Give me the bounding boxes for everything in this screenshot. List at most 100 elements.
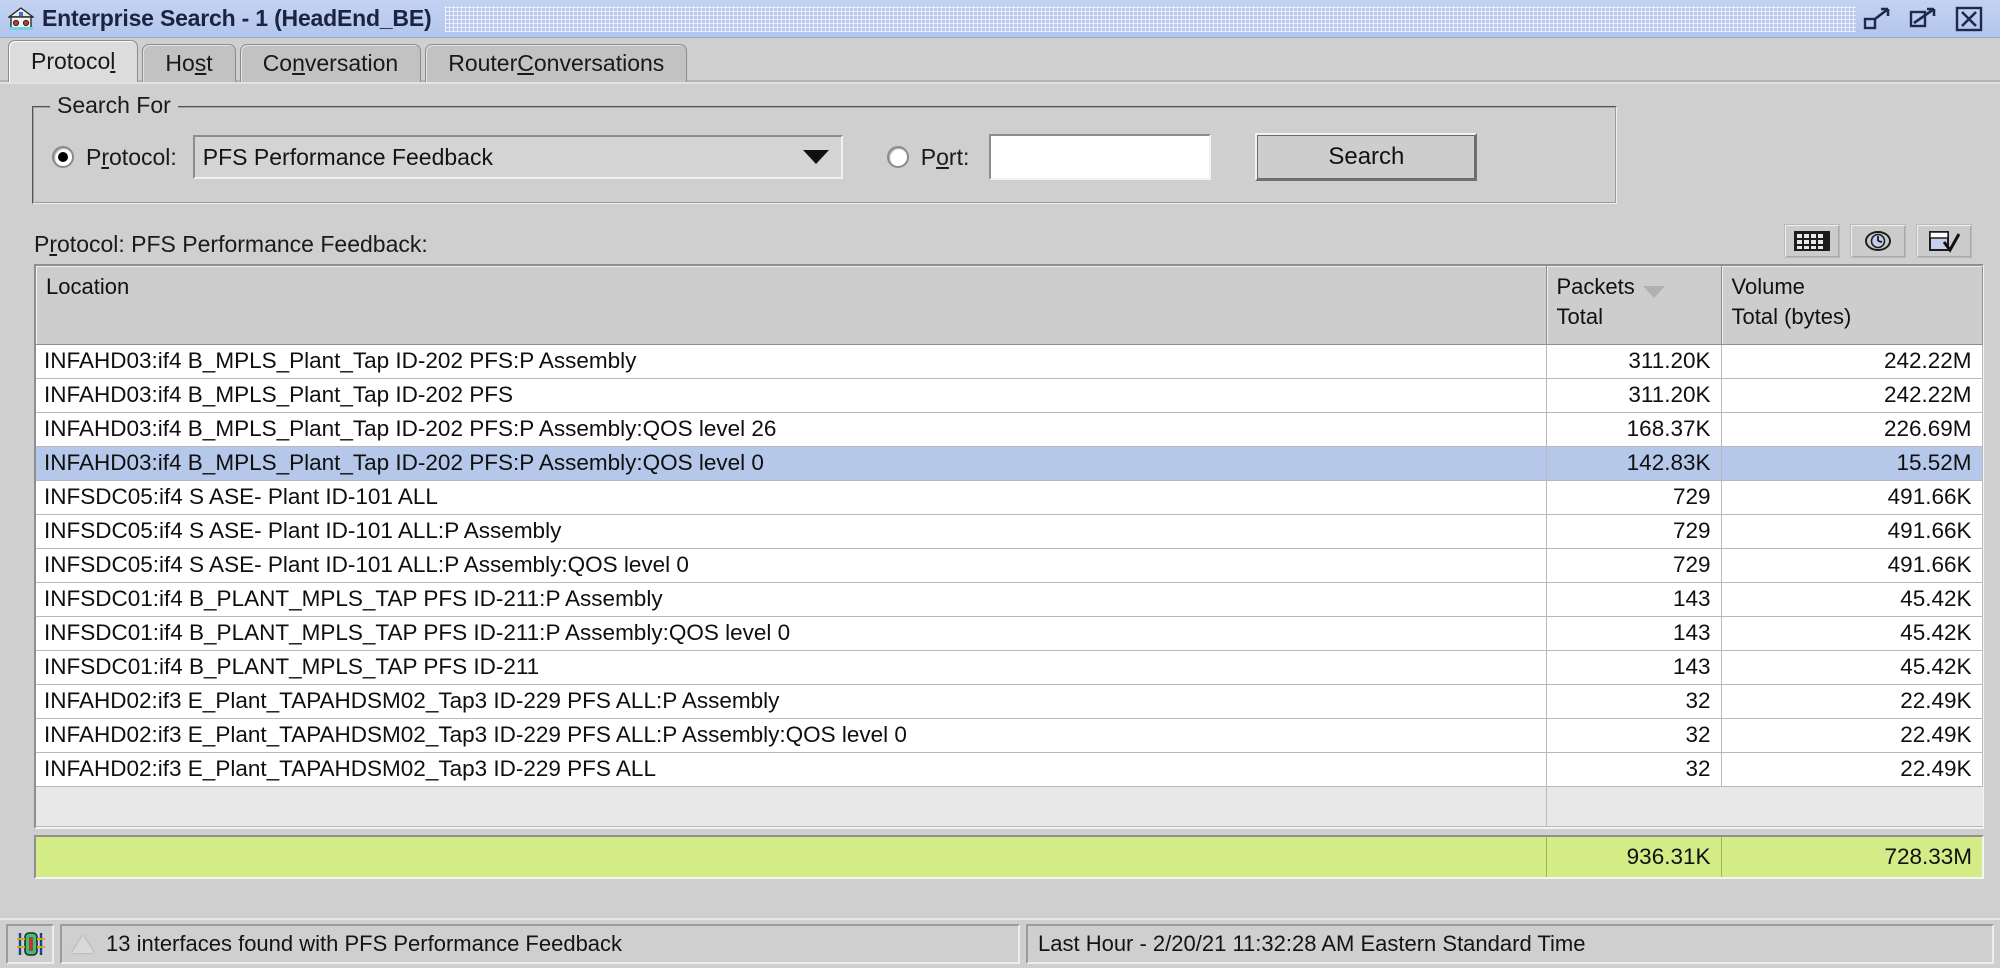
- port-input[interactable]: [989, 134, 1212, 180]
- cell-volume-total: 45.42K: [1721, 650, 1983, 685]
- results-title: Protocol: PFS Performance Feedback:: [34, 231, 428, 257]
- table-row[interactable]: INFAHD03:if4 B_MPLS_Plant_Tap ID-202 PFS…: [36, 412, 1983, 447]
- table-row[interactable]: INFSDC01:if4 B_PLANT_MPLS_TAP PFS ID-211…: [36, 582, 1983, 617]
- tab-protocol-mnemonic: l: [110, 48, 116, 74]
- minimize-icon[interactable]: [1862, 6, 1892, 32]
- tab-host[interactable]: Ho s t: [142, 44, 236, 82]
- maximize-icon[interactable]: [1908, 6, 1938, 32]
- grid-icon[interactable]: [1784, 224, 1840, 258]
- cell-location: INFSDC05:if4 S ASE- Plant ID-101 ALL:P A…: [36, 514, 1547, 549]
- status-timerange-cell: Last Hour - 2/20/21 11:32:28 AM Eastern …: [1026, 924, 1994, 964]
- cell-volume-total: 491.66K: [1721, 548, 1983, 583]
- table-row[interactable]: INFAHD03:if4 B_MPLS_Plant_Tap ID-202 PFS…: [36, 378, 1983, 413]
- filler-cell: [36, 786, 1547, 827]
- cell-location: INFAHD03:if4 B_MPLS_Plant_Tap ID-202 PFS…: [36, 446, 1547, 481]
- cell-packets-total: 143: [1546, 616, 1722, 651]
- tab-conversation[interactable]: Co n versation: [239, 44, 422, 82]
- house-icon: [8, 6, 34, 31]
- cell-location: INFAHD02:if3 E_Plant_TAPAHDSM02_Tap3 ID-…: [36, 718, 1547, 753]
- table-row[interactable]: INFSDC05:if4 S ASE- Plant ID-101 ALL:P A…: [36, 514, 1983, 549]
- cell-volume-total: 242.22M: [1721, 378, 1983, 413]
- results-table-container[interactable]: Location Packets Total Volume Total (byt…: [34, 264, 1984, 829]
- results-table-head: Location Packets Total Volume Total (byt…: [36, 266, 1983, 345]
- cell-packets-total: 729: [1546, 480, 1722, 515]
- table-filler-row: [36, 786, 1983, 827]
- search-controls-row: Protocol: PFS Performance Feedback Port:…: [52, 130, 1597, 184]
- results-header: Protocol: PFS Performance Feedback:: [34, 224, 1980, 258]
- table-row[interactable]: INFAHD02:if3 E_Plant_TAPAHDSM02_Tap3 ID-…: [36, 752, 1983, 787]
- cell-location: INFSDC01:if4 B_PLANT_MPLS_TAP PFS ID-211…: [36, 616, 1547, 651]
- cell-location: INFSDC05:if4 S ASE- Plant ID-101 ALL: [36, 480, 1547, 515]
- status-bar: 13 interfaces found with PFS Performance…: [0, 918, 2000, 968]
- tab-conversation-label: Co: [262, 50, 293, 76]
- table-row[interactable]: INFAHD03:if4 B_MPLS_Plant_Tap ID-202 PFS…: [36, 446, 1983, 481]
- port-radio-label: Port:: [920, 143, 970, 170]
- protocol-radio-group[interactable]: Protocol:: [52, 144, 177, 171]
- table-row[interactable]: INFSDC01:if4 B_PLANT_MPLS_TAP PFS ID-211…: [36, 650, 1983, 685]
- cell-packets-total: 143: [1546, 650, 1722, 685]
- triangle-icon: [72, 935, 94, 953]
- table-row[interactable]: INFAHD03:if4 B_MPLS_Plant_Tap ID-202 PFS…: [36, 344, 1983, 379]
- cell-packets-total: 168.37K: [1546, 412, 1722, 447]
- tab-protocol-label: Protoco: [31, 48, 111, 74]
- column-header-location[interactable]: Location: [36, 266, 1547, 345]
- cell-volume-total: 22.49K: [1721, 752, 1983, 787]
- results-table: Location Packets Total Volume Total (byt…: [36, 266, 1983, 827]
- search-button[interactable]: Search: [1255, 133, 1478, 181]
- titlebar-drag-area[interactable]: [445, 5, 1856, 32]
- status-message-cell: 13 interfaces found with PFS Performance…: [60, 924, 1020, 964]
- totals-packets: 936.31K: [1546, 836, 1722, 877]
- filler-cell: [1546, 786, 1722, 827]
- table-row[interactable]: INFSDC01:if4 B_PLANT_MPLS_TAP PFS ID-211…: [36, 616, 1983, 651]
- totals-row: 936.31K 728.33M: [36, 836, 1982, 877]
- tab-host-label: Ho: [165, 50, 195, 76]
- tab-router-conversations[interactable]: Router Conversations: [425, 44, 688, 82]
- cell-packets-total: 143: [1546, 582, 1722, 617]
- protocol-radio-label: Protocol:: [86, 143, 177, 170]
- close-icon[interactable]: [1954, 6, 1984, 32]
- cell-volume-total: 22.49K: [1721, 718, 1983, 753]
- filler-cell: [1721, 786, 1983, 827]
- table-row[interactable]: INFAHD02:if3 E_Plant_TAPAHDSM02_Tap3 ID-…: [36, 718, 1983, 753]
- document-check-icon[interactable]: [1916, 224, 1972, 258]
- totals-location: [36, 836, 1547, 877]
- status-message: 13 interfaces found with PFS Performance…: [106, 931, 623, 956]
- cell-volume-total: 45.42K: [1721, 582, 1983, 617]
- protocol-radio-button[interactable]: [52, 146, 74, 168]
- cell-location: INFAHD03:if4 B_MPLS_Plant_Tap ID-202 PFS: [36, 378, 1547, 413]
- cell-packets-total: 311.20K: [1546, 378, 1722, 413]
- cell-volume-total: 491.66K: [1721, 480, 1983, 515]
- clock-eye-icon[interactable]: [1850, 224, 1906, 258]
- table-row[interactable]: INFAHD02:if3 E_Plant_TAPAHDSM02_Tap3 ID-…: [36, 684, 1983, 719]
- chevron-down-icon: [802, 150, 829, 164]
- protocol-select-value: PFS Performance Feedback: [202, 143, 493, 170]
- cell-volume-total: 491.66K: [1721, 514, 1983, 549]
- search-for-legend: Search For: [50, 92, 178, 119]
- sort-descending-icon: [1642, 286, 1665, 298]
- port-radio-button[interactable]: [886, 146, 909, 168]
- search-for-groupbox: Search For Protocol: PFS Performance Fee…: [32, 92, 1617, 204]
- main-tabstrip: Protoco l Ho s t Co n versation Router Conver…: [0, 38, 2000, 82]
- tab-host-mnemonic: s: [194, 50, 207, 76]
- window-title: Enterprise Search - 1 (HeadEnd_BE): [42, 5, 432, 31]
- protocol-select[interactable]: PFS Performance Feedback: [192, 135, 843, 179]
- tab-conversation-mnemonic: n: [292, 50, 305, 76]
- column-header-packets-total[interactable]: Packets Total: [1546, 266, 1722, 345]
- column-header-volume-total[interactable]: Volume Total (bytes): [1721, 266, 1983, 345]
- cell-location: INFAHD03:if4 B_MPLS_Plant_Tap ID-202 PFS…: [36, 344, 1547, 379]
- totals-row-container: 936.31K 728.33M: [34, 834, 1984, 879]
- table-header-row: Location Packets Total Volume Total (byt…: [36, 266, 1983, 345]
- cell-packets-total: 32: [1546, 752, 1722, 787]
- cell-location: INFAHD03:if4 B_MPLS_Plant_Tap ID-202 PFS…: [36, 412, 1547, 447]
- cell-location: INFAHD02:if3 E_Plant_TAPAHDSM02_Tap3 ID-…: [36, 684, 1547, 719]
- cell-packets-total: 311.20K: [1546, 344, 1722, 379]
- enterprise-search-window: Enterprise Search - 1 (HeadEnd_BE) Proto…: [0, 0, 2000, 968]
- tab-protocol[interactable]: Protoco l: [8, 40, 139, 82]
- cell-volume-total: 226.69M: [1721, 412, 1983, 447]
- table-row[interactable]: INFSDC05:if4 S ASE- Plant ID-101 ALL 729 4…: [36, 480, 1983, 515]
- table-row[interactable]: INFSDC05:if4 S ASE- Plant ID-101 ALL:P A…: [36, 548, 1983, 583]
- results-table-body: INFAHD03:if4 B_MPLS_Plant_Tap ID-202 PFS…: [36, 344, 1983, 827]
- cell-packets-total: 32: [1546, 684, 1722, 719]
- window-titlebar: Enterprise Search - 1 (HeadEnd_BE): [0, 0, 2000, 38]
- port-radio-group[interactable]: Port:: [886, 143, 970, 171]
